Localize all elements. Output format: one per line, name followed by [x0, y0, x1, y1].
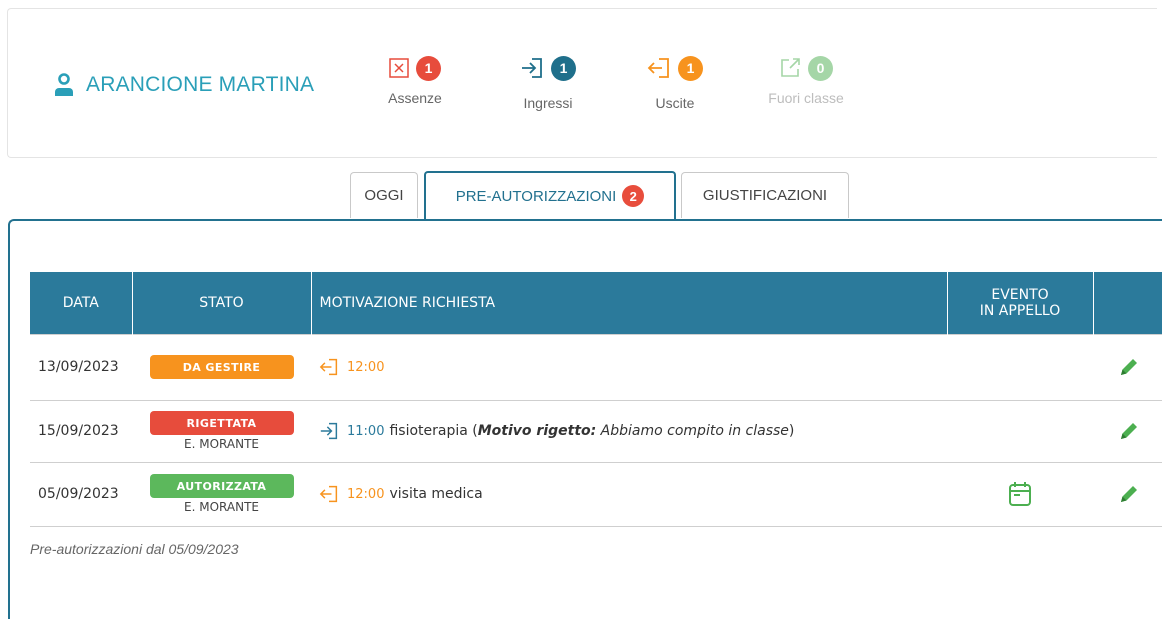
exit-icon — [647, 58, 669, 78]
row-actions — [1093, 400, 1162, 463]
row-teacher: E. MORANTE — [184, 437, 259, 451]
tab-pre-autorizzazioni[interactable]: PRE-AUTORIZZAZIONI 2 — [424, 171, 676, 219]
row-date: 05/09/2023 — [30, 462, 132, 527]
row-time: 12:00 — [347, 486, 385, 502]
status-badge: AUTORIZZATA — [149, 474, 294, 498]
row-state: RIGETTATA E. MORANTE — [132, 400, 311, 463]
fuori-classe-count-badge: 0 — [808, 55, 833, 81]
reject-label: Motivo rigetto: — [477, 423, 597, 439]
edit-button[interactable] — [1101, 483, 1157, 505]
pre-authorizations-table: DATA STATO MOTIVAZIONE RICHIESTA EVENTO … — [30, 272, 1162, 527]
col-header-event-line2: IN APPELLO — [979, 302, 1061, 319]
calendar-icon[interactable] — [1008, 481, 1032, 507]
row-reason: 12:00 visita medica — [311, 462, 947, 527]
assenze-count-badge: 1 — [416, 55, 441, 81]
status-badge: RIGETTATA — [149, 411, 294, 435]
student-name: ARANCIONE MARTINA — [53, 73, 314, 97]
row-reason: 11:00 fisioterapia (Motivo rigetto: Abbi… — [311, 400, 947, 463]
reason-end: ) — [788, 423, 795, 439]
tab-oggi[interactable]: OGGI — [350, 172, 418, 218]
stat-ingressi[interactable]: 1 Ingressi — [498, 53, 598, 111]
table-row: 15/09/2023 RIGETTATA E. MORANTE 11:00 fi… — [30, 400, 1162, 463]
tab-oggi-label: OGGI — [364, 187, 404, 204]
row-state: DA GESTIRE — [132, 333, 311, 401]
reason-text: fisioterapia ( — [389, 423, 478, 439]
exit-icon — [319, 358, 338, 376]
row-reason-text: fisioterapia (Motivo rigetto: Abbiamo co… — [389, 423, 794, 439]
reject-reason: Abbiamo compito in classe — [596, 423, 789, 439]
student-card: ARANCIONE MARTINA 1 Assenze 1 Ingressi 1… — [7, 8, 1157, 158]
table-header-row: DATA STATO MOTIVAZIONE RICHIESTA EVENTO … — [30, 272, 1162, 334]
tab-giustificazioni[interactable]: GIUSTIFICAZIONI — [681, 172, 849, 218]
edit-button[interactable] — [1101, 356, 1157, 378]
ingressi-label: Ingressi — [523, 95, 573, 111]
row-time: 11:00 — [347, 423, 385, 439]
fuori-classe-label: Fuori classe — [768, 90, 844, 106]
row-actions — [1093, 462, 1162, 527]
absence-icon — [389, 58, 409, 78]
tab-pre-autorizzazioni-badge: 2 — [622, 185, 645, 207]
table-row: 13/09/2023 DA GESTIRE 12:00 — [30, 333, 1162, 401]
row-date: 15/09/2023 — [30, 400, 132, 463]
row-time: 12:00 — [347, 359, 385, 375]
pencil-icon — [1121, 359, 1137, 375]
row-reason: 12:00 — [311, 333, 947, 401]
stat-assenze[interactable]: 1 Assenze — [370, 53, 460, 106]
row-event — [947, 462, 1093, 527]
out-of-class-icon — [781, 58, 800, 77]
row-date: 13/09/2023 — [30, 333, 132, 401]
col-header-date: DATA — [30, 272, 133, 334]
row-event — [947, 333, 1093, 401]
entry-icon — [522, 58, 542, 78]
row-event — [947, 400, 1093, 463]
col-header-state: STATO — [132, 272, 312, 334]
uscite-count-badge: 1 — [678, 55, 703, 81]
col-header-actions — [1093, 272, 1162, 334]
row-teacher: E. MORANTE — [184, 500, 259, 514]
row-reason-text: visita medica — [389, 486, 483, 502]
assenze-label: Assenze — [388, 90, 442, 106]
ingressi-count-badge: 1 — [551, 55, 576, 81]
footnote: Pre-autorizzazioni dal 05/09/2023 — [30, 541, 239, 557]
stat-uscite[interactable]: 1 Uscite — [630, 53, 720, 111]
student-name-text: ARANCIONE MARTINA — [86, 73, 315, 96]
exit-icon — [319, 485, 338, 503]
tab-giustificazioni-label: GIUSTIFICAZIONI — [702, 187, 828, 204]
table-row: 05/09/2023 AUTORIZZATA E. MORANTE 12:00 … — [30, 462, 1162, 527]
col-header-event-line1: EVENTO — [991, 286, 1049, 303]
row-state: AUTORIZZATA E. MORANTE — [132, 462, 311, 527]
entry-icon — [320, 422, 338, 440]
edit-button[interactable] — [1101, 420, 1157, 442]
col-header-event: EVENTO IN APPELLO — [947, 272, 1094, 334]
uscite-label: Uscite — [655, 95, 695, 111]
user-icon — [55, 73, 73, 96]
pencil-icon — [1121, 486, 1137, 502]
status-badge: DA GESTIRE — [149, 355, 294, 379]
tab-pre-autorizzazioni-label: PRE-AUTORIZZAZIONI — [455, 187, 617, 205]
stat-fuori-classe[interactable]: 0 Fuori classe — [756, 53, 856, 106]
col-header-reason: MOTIVAZIONE RICHIESTA — [311, 272, 948, 334]
row-actions — [1093, 333, 1162, 401]
pencil-icon — [1121, 423, 1137, 439]
